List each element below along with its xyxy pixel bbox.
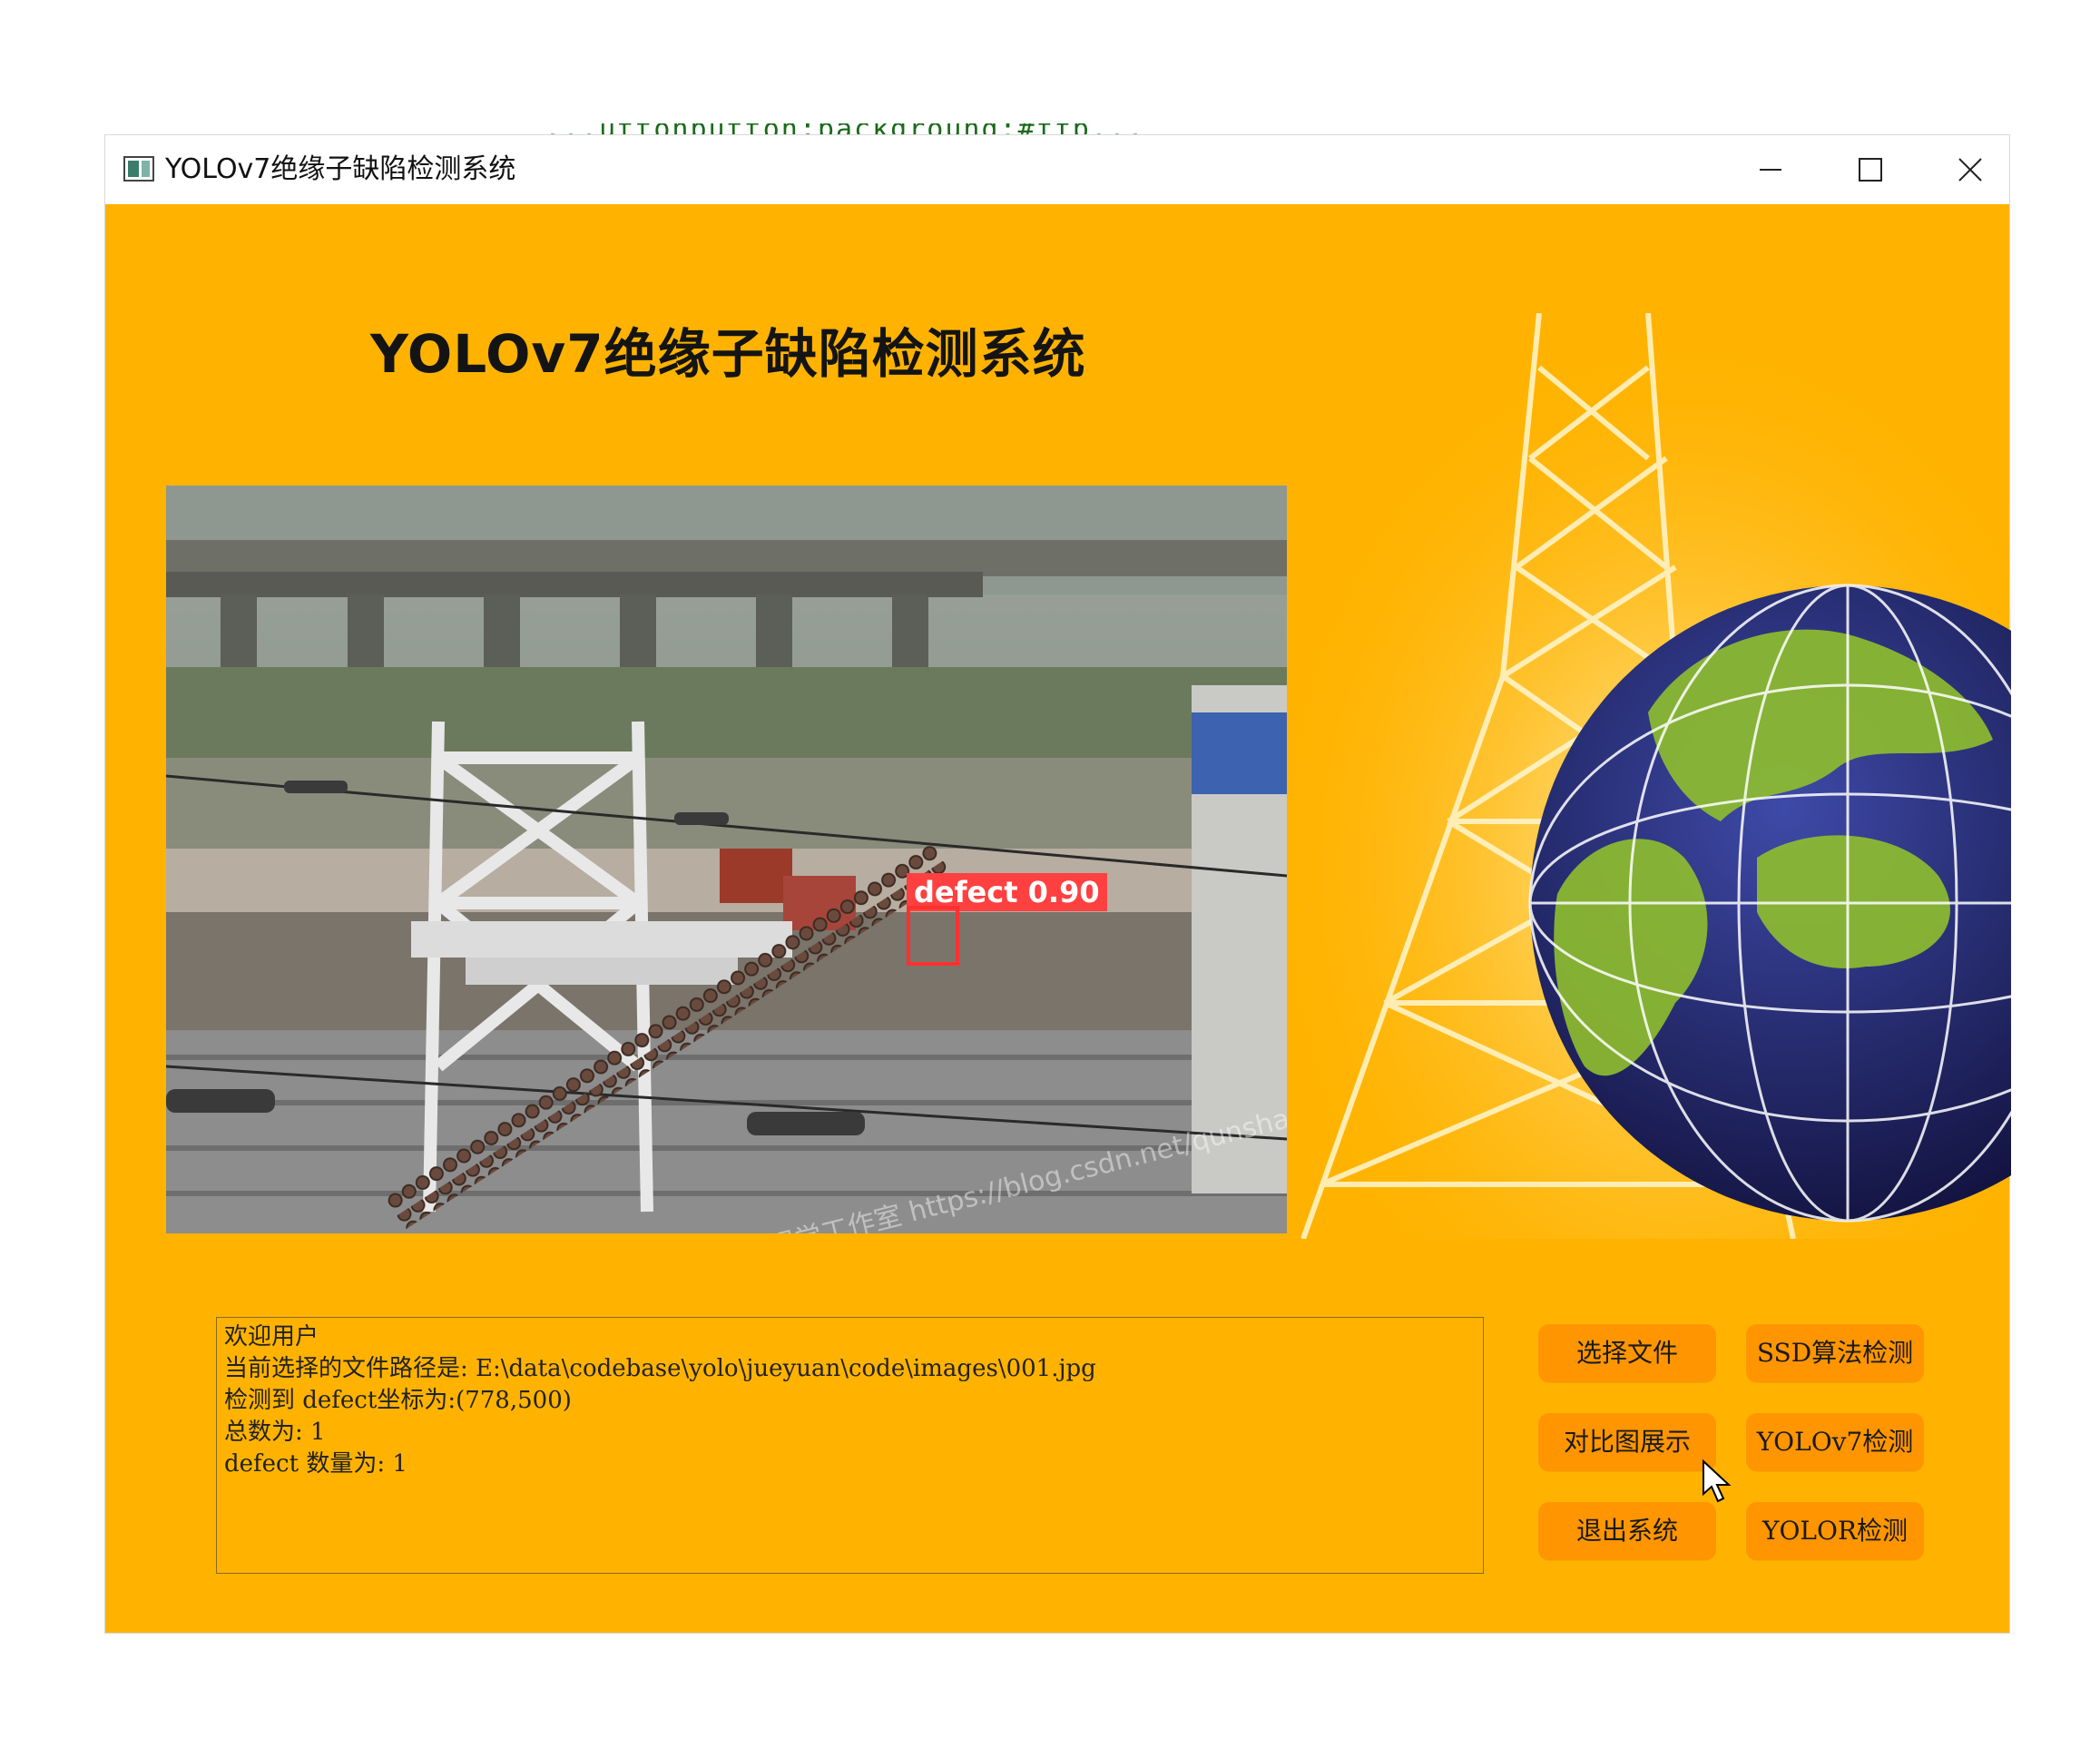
title-bar[interactable]: YOLOv7绝缘子缺陷检测系统 xyxy=(105,135,2009,204)
globe-tower-graphic xyxy=(1285,313,2011,1239)
maximize-icon xyxy=(1859,158,1882,182)
detection-box xyxy=(907,906,959,966)
yolor-detect-button[interactable]: YOLOR检测 xyxy=(1746,1502,1924,1560)
app-client-area: YOLOv7绝缘子缺陷检测系统 defect 0.90 欢迎用户 当前选择的文件… xyxy=(105,204,2011,1633)
log-line: 总数为: 1 xyxy=(224,1419,326,1446)
log-line: 当前选择的文件路径是: E:\data\codebase\yolo\jueyua… xyxy=(224,1355,1096,1382)
close-button[interactable] xyxy=(1920,135,2020,204)
compare-view-button[interactable]: 对比图展示 xyxy=(1538,1413,1716,1471)
ssd-detect-button[interactable]: SSD算法检测 xyxy=(1746,1324,1924,1382)
detection-image: 群马视觉工作室 https://blog.csdn.net/qunshan_..… xyxy=(166,486,1287,1233)
minimize-icon xyxy=(1760,169,1781,171)
app-icon xyxy=(123,156,154,182)
window-title: YOLOv7绝缘子缺陷检测系统 xyxy=(165,153,516,185)
exit-system-button[interactable]: 退出系统 xyxy=(1538,1502,1716,1560)
close-icon xyxy=(1958,158,1982,182)
app-window: YOLOv7绝缘子缺陷检测系统 YOLOv7绝缘子缺陷检测系统 defect 0… xyxy=(104,134,2011,1634)
log-line: 欢迎用户 xyxy=(224,1323,319,1350)
log-line: 检测到 defect坐标为:(778,500) xyxy=(224,1387,572,1414)
app-heading: YOLOv7绝缘子缺陷检测系统 xyxy=(370,323,1086,385)
log-line: defect 数量为: 1 xyxy=(224,1450,407,1478)
yolov7-detect-button[interactable]: YOLOv7检测 xyxy=(1746,1413,1924,1471)
mouse-cursor-icon xyxy=(1703,1459,1732,1503)
output-log-textbox[interactable]: 欢迎用户 当前选择的文件路径是: E:\data\codebase\yolo\j… xyxy=(216,1317,1484,1574)
minimize-button[interactable] xyxy=(1721,135,1820,204)
maximize-button[interactable] xyxy=(1820,135,1920,204)
select-file-button[interactable]: 选择文件 xyxy=(1538,1324,1716,1382)
